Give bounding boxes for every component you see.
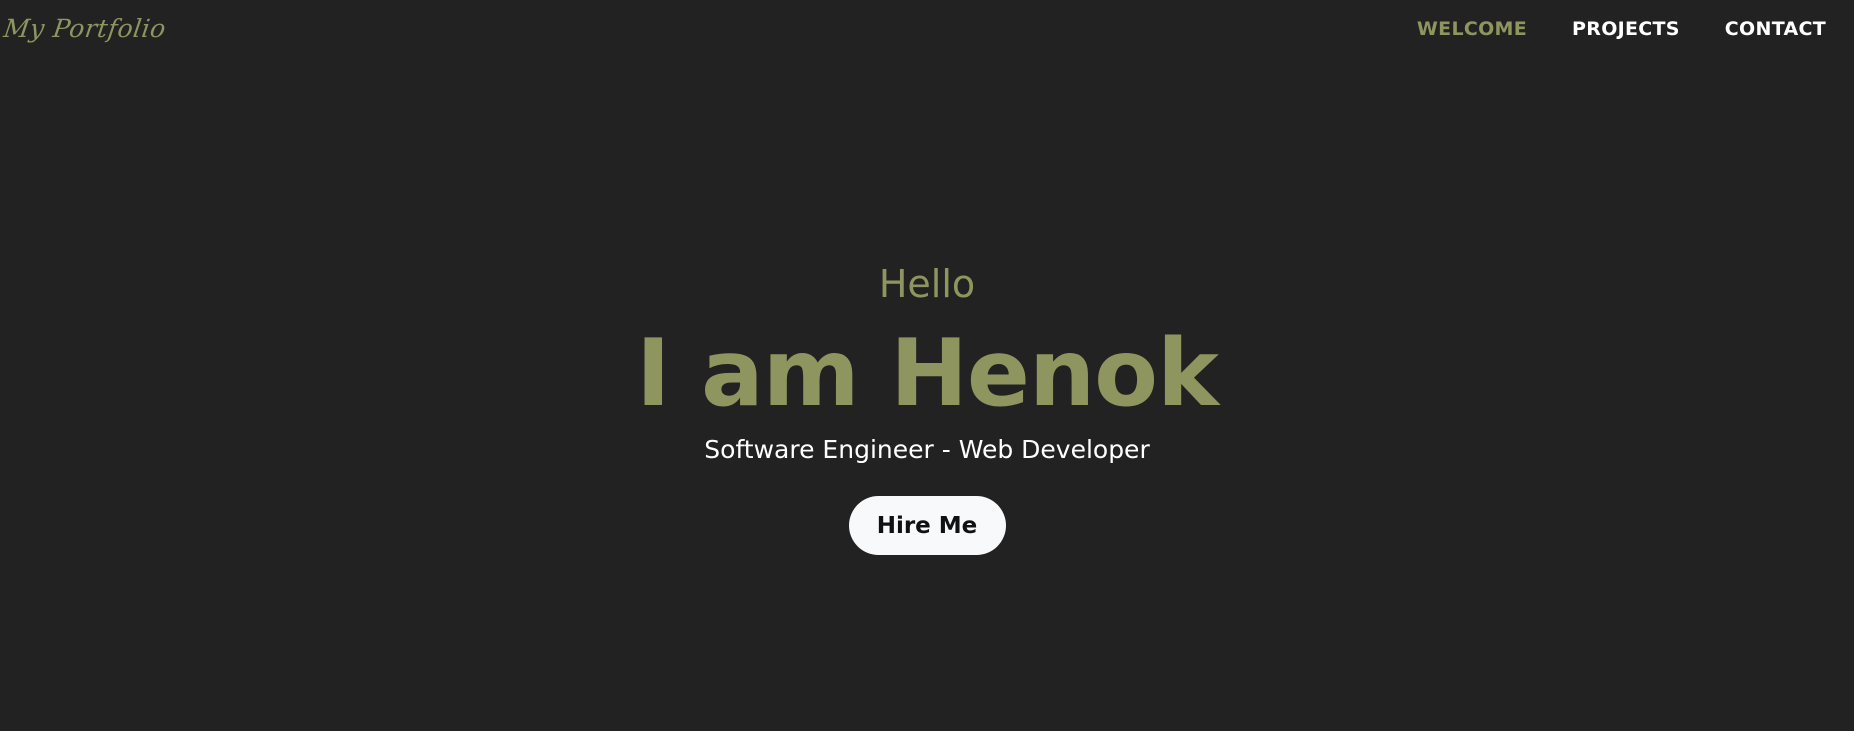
- hero-greeting: Hello: [878, 262, 976, 306]
- hero-headline: I am Henok: [636, 319, 1219, 427]
- nav-link-projects[interactable]: PROJECTS: [1572, 18, 1680, 40]
- hero-subtitle: Software Engineer - Web Developer: [704, 435, 1150, 464]
- page: My Portfolio WELCOME PROJECTS CONTACT He…: [0, 0, 1854, 731]
- nav-link-contact[interactable]: CONTACT: [1725, 18, 1826, 40]
- site-logo[interactable]: My Portfolio: [2, 14, 168, 43]
- hero-section: Hello I am Henok Software Engineer - Web…: [0, 258, 1854, 555]
- nav-link-welcome[interactable]: WELCOME: [1417, 18, 1527, 40]
- main-nav: WELCOME PROJECTS CONTACT: [1417, 18, 1826, 40]
- hire-me-button[interactable]: Hire Me: [848, 496, 1006, 555]
